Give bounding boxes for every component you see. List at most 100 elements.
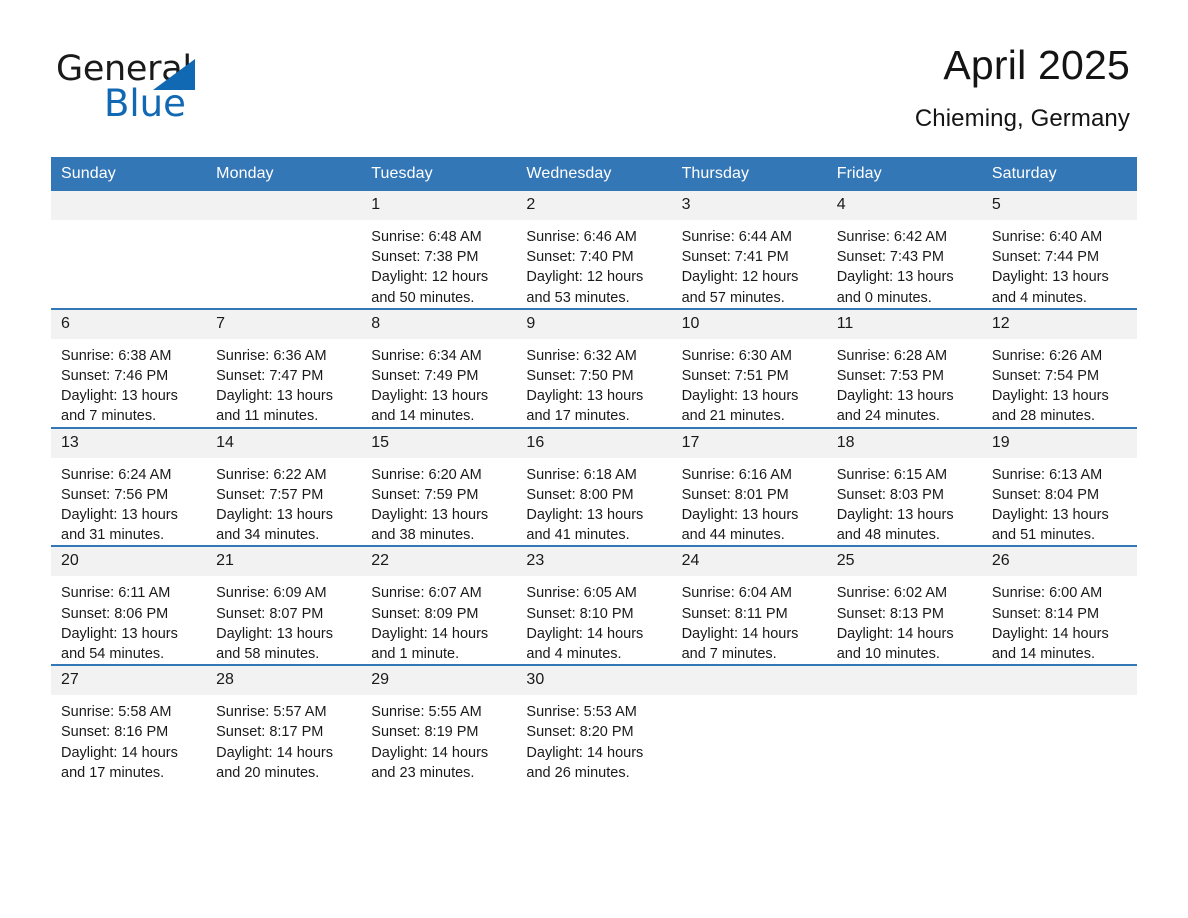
daylight-text-line1: Daylight: 12 hours [371, 269, 489, 286]
calendar-day-cell-empty [981, 664, 1137, 784]
weekday-header-friday: Friday [826, 157, 982, 191]
calendar-day-cell[interactable]: 27 Sunrise: 5:58 AM Sunset: 8:16 PM Dayligh… [51, 664, 207, 784]
calendar-day-cell[interactable]: 22 Sunrise: 6:07 AM Sunset: 8:09 PM Dayligh… [361, 545, 517, 666]
sunset-text: Sunset: 7:53 PM [836, 368, 944, 385]
daylight-text-line1: Daylight: 13 hours [681, 507, 799, 524]
sunrise-text: Sunrise: 5:58 AM [61, 704, 172, 721]
sunset-text: Sunset: 8:00 PM [526, 486, 634, 503]
day-number [671, 666, 827, 696]
daylight-text-line1: Daylight: 14 hours [526, 744, 644, 761]
calendar-day-cell[interactable]: 5 Sunrise: 6:40 AM Sunset: 7:44 PM Daylight… [981, 191, 1137, 309]
calendar-day-cell[interactable]: 4 Sunrise: 6:42 AM Sunset: 7:43 PM Daylight… [826, 191, 982, 309]
calendar-day-cell[interactable]: 29 Sunrise: 5:55 AM Sunset: 8:19 PM Dayligh… [361, 664, 517, 784]
calendar-day-cell[interactable]: 3 Sunrise: 6:44 AM Sunset: 7:41 PM Daylight… [671, 191, 827, 309]
sunrise-text: Sunrise: 6:11 AM [61, 585, 171, 602]
calendar-day-cell[interactable]: 12 Sunrise: 6:26 AM Sunset: 7:54 PM Dayligh… [981, 307, 1137, 428]
sunrise-text: Sunrise: 6:20 AM [371, 466, 482, 483]
calendar-day-cell[interactable]: 26 Sunrise: 6:00 AM Sunset: 8:14 PM Dayligh… [981, 545, 1137, 666]
daylight-text-line2: and 54 minutes. [61, 646, 165, 663]
calendar-day-cell[interactable]: 25 Sunrise: 6:02 AM Sunset: 8:13 PM Dayligh… [826, 545, 982, 666]
calendar-day-cell[interactable]: 1 Sunrise: 6:48 AM Sunset: 7:38 PM Daylight… [361, 191, 517, 309]
calendar-day-cell[interactable]: 16 Sunrise: 6:18 AM Sunset: 8:00 PM Dayligh… [516, 426, 672, 547]
calendar-day-cell[interactable]: 7 Sunrise: 6:36 AM Sunset: 7:47 PM Daylight… [206, 307, 362, 428]
day-details: Sunrise: 6:16 AM Sunset: 8:01 PM Daylight:… [672, 458, 827, 546]
daylight-text-line1: Daylight: 12 hours [681, 269, 799, 286]
sunset-text: Sunset: 7:49 PM [371, 368, 479, 385]
day-details: Sunrise: 6:26 AM Sunset: 7:54 PM Daylight:… [982, 339, 1137, 427]
calendar-header-row: Sunday Monday Tuesday Wednesday Thursday… [51, 157, 1137, 191]
calendar-day-cell[interactable]: 30 Sunrise: 5:53 AM Sunset: 8:20 PM Dayligh… [516, 664, 672, 784]
sunset-text: Sunset: 7:44 PM [991, 249, 1100, 266]
calendar-day-cell[interactable]: 15 Sunrise: 6:20 AM Sunset: 7:59 PM Dayligh… [361, 426, 517, 547]
calendar-day-cell[interactable]: 21 Sunrise: 6:09 AM Sunset: 8:07 PM Dayligh… [206, 545, 362, 666]
calendar-day-cell[interactable]: 19 Sunrise: 6:13 AM Sunset: 8:04 PM Dayligh… [981, 426, 1137, 547]
sunrise-text: Sunrise: 6:34 AM [371, 347, 482, 364]
title-block: April 2025 Chieming, Germany [915, 40, 1130, 134]
calendar-day-cell[interactable]: 24 Sunrise: 6:04 AM Sunset: 8:11 PM Dayligh… [671, 545, 827, 666]
calendar-day-cell[interactable]: 18 Sunrise: 6:15 AM Sunset: 8:03 PM Dayligh… [826, 426, 982, 547]
calendar-day-cell[interactable]: 2 Sunrise: 6:46 AM Sunset: 7:40 PM Daylight… [516, 191, 672, 309]
daylight-text-line2: and 21 minutes. [681, 408, 785, 425]
sunset-text: Sunset: 7:40 PM [526, 249, 634, 266]
calendar-week-row: 20 Sunrise: 6:11 AM Sunset: 8:06 PM Dayligh… [51, 545, 1137, 666]
sunrise-text: Sunrise: 6:28 AM [836, 347, 948, 364]
calendar-day-cell[interactable]: 6 Sunrise: 6:38 AM Sunset: 7:46 PM Daylight… [51, 307, 207, 428]
sunrise-text: Sunrise: 6:36 AM [216, 347, 327, 364]
sunset-text: Sunset: 8:19 PM [371, 724, 479, 741]
day-number: 27 [51, 666, 207, 696]
day-number: 17 [671, 428, 827, 458]
day-number: 5 [981, 191, 1137, 220]
sunrise-text: Sunrise: 6:48 AM [371, 229, 482, 245]
calendar-day-cell[interactable]: 20 Sunrise: 6:11 AM Sunset: 8:06 PM Dayligh… [51, 545, 207, 666]
daylight-text-line2: and 7 minutes. [681, 646, 777, 663]
day-number: 14 [206, 428, 362, 458]
day-number: 25 [826, 547, 982, 577]
daylight-text-line2: and 31 minutes. [61, 527, 165, 544]
daylight-text-line2: and 20 minutes. [216, 764, 320, 781]
daylight-text-line1: Daylight: 13 hours [216, 625, 334, 642]
day-details: Sunrise: 6:13 AM Sunset: 8:04 PM Daylight:… [982, 458, 1137, 546]
calendar-day-cell[interactable]: 17 Sunrise: 6:16 AM Sunset: 8:01 PM Dayligh… [671, 426, 827, 547]
sunrise-text: Sunrise: 6:02 AM [836, 585, 948, 602]
calendar-day-cell[interactable]: 11 Sunrise: 6:28 AM Sunset: 7:53 PM Dayligh… [826, 307, 982, 428]
weekday-header-monday: Monday [206, 157, 362, 191]
calendar-day-cell[interactable]: 10 Sunrise: 6:30 AM Sunset: 7:51 PM Dayligh… [671, 307, 827, 428]
daylight-text-line2: and 26 minutes. [526, 764, 630, 781]
daylight-text-line2: and 53 minutes. [526, 289, 630, 306]
sunset-text: Sunset: 7:50 PM [526, 368, 634, 385]
day-number: 29 [361, 666, 517, 696]
daylight-text-line1: Daylight: 13 hours [216, 507, 334, 524]
daylight-text-line2: and 4 minutes. [526, 646, 622, 663]
sunrise-text: Sunrise: 6:30 AM [681, 347, 792, 364]
day-number: 2 [516, 191, 672, 220]
day-number: 26 [981, 547, 1137, 577]
day-details: Sunrise: 6:28 AM Sunset: 7:53 PM Daylight:… [827, 339, 982, 427]
sunrise-text: Sunrise: 5:53 AM [526, 704, 637, 721]
sunset-text: Sunset: 7:43 PM [836, 249, 944, 266]
calendar-day-cell[interactable]: 9 Sunrise: 6:32 AM Sunset: 7:50 PM Daylight… [516, 307, 672, 428]
sunset-text: Sunset: 8:20 PM [526, 724, 634, 741]
day-number: 18 [826, 428, 982, 458]
daylight-text-line1: Daylight: 13 hours [526, 388, 644, 405]
calendar-day-cell[interactable]: 13 Sunrise: 6:24 AM Sunset: 7:56 PM Dayligh… [51, 426, 207, 547]
calendar-day-cell[interactable]: 8 Sunrise: 6:34 AM Sunset: 7:49 PM Daylight… [361, 307, 517, 428]
day-details: Sunrise: 6:32 AM Sunset: 7:50 PM Daylight:… [516, 339, 671, 427]
day-number: 8 [361, 309, 517, 339]
general-blue-logo[interactable]: General Blue [56, 52, 296, 142]
daylight-text-line1: Daylight: 13 hours [371, 507, 489, 524]
weekday-header-sunday: Sunday [51, 157, 207, 191]
daylight-text-line1: Daylight: 13 hours [836, 269, 954, 286]
sunset-text: Sunset: 7:57 PM [216, 486, 324, 503]
day-number: 13 [51, 428, 207, 458]
sunset-text: Sunset: 7:54 PM [991, 368, 1100, 385]
calendar-day-cell[interactable]: 14 Sunrise: 6:22 AM Sunset: 7:57 PM Dayligh… [206, 426, 362, 547]
calendar-day-cell[interactable]: 23 Sunrise: 6:05 AM Sunset: 8:10 PM Dayligh… [516, 545, 672, 666]
day-number: 19 [981, 428, 1137, 458]
daylight-text-line2: and 0 minutes. [836, 289, 932, 306]
calendar-day-cell[interactable]: 28 Sunrise: 5:57 AM Sunset: 8:17 PM Dayligh… [206, 664, 362, 784]
daylight-text-line1: Daylight: 14 hours [61, 744, 178, 761]
sunset-text: Sunset: 7:38 PM [371, 249, 479, 266]
day-number: 9 [516, 309, 672, 339]
daylight-text-line2: and 10 minutes. [836, 646, 940, 663]
sunset-text: Sunset: 8:03 PM [836, 486, 944, 503]
